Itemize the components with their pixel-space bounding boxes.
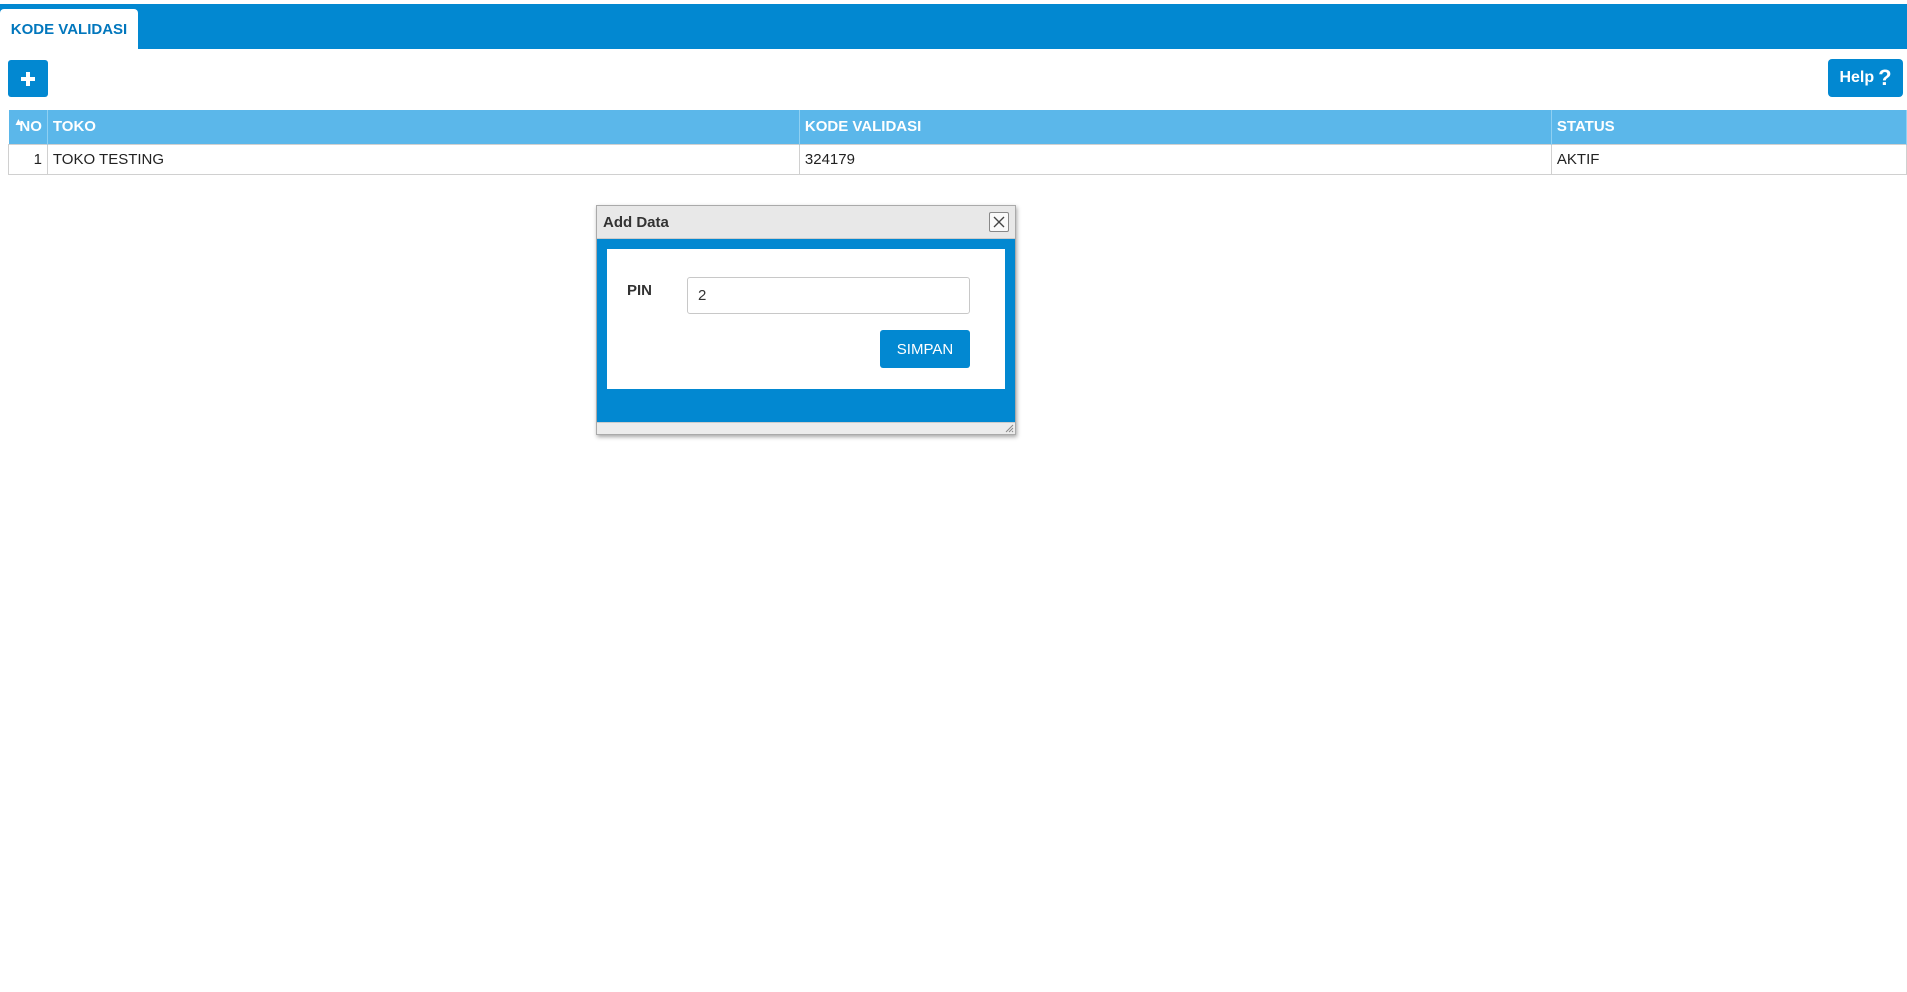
column-header-no[interactable]: ▲NO [8, 110, 48, 144]
add-button[interactable] [8, 60, 48, 97]
table-header-row: ▲NO TOKO KODE VALIDASI STATUS [8, 110, 1907, 144]
column-header-toko[interactable]: TOKO [47, 110, 800, 144]
table-row[interactable]: 1 TOKO TESTING 324179 AKTIF [8, 143, 1907, 175]
dialog-title-bar[interactable]: Add Data [597, 206, 1015, 239]
validation-code-table: ▲NO TOKO KODE VALIDASI STATUS 1 TOKO TES… [8, 110, 1907, 175]
column-header-status[interactable]: STATUS [1551, 110, 1907, 144]
pin-input[interactable] [687, 277, 970, 314]
resize-grip-icon[interactable] [1004, 423, 1014, 433]
plus-icon [21, 71, 35, 86]
tab-kode-validasi[interactable]: KODE VALIDASI [0, 9, 138, 49]
dialog-title: Add Data [603, 213, 669, 231]
dialog-form: PIN SIMPAN [607, 249, 1005, 389]
help-label: Help [1839, 69, 1875, 86]
add-data-dialog: Add Data PIN SIMPAN [596, 205, 1016, 435]
question-icon: ? [1878, 65, 1892, 90]
pin-label: PIN [627, 282, 653, 299]
sort-asc-icon: ▲ [13, 117, 24, 129]
cell-status: AKTIF [1550, 143, 1907, 175]
cell-no: 1 [8, 143, 48, 175]
dialog-close-button[interactable] [989, 212, 1009, 232]
column-header-kode-validasi[interactable]: KODE VALIDASI [799, 110, 1552, 144]
save-button[interactable]: SIMPAN [880, 330, 970, 368]
cell-toko: TOKO TESTING [46, 143, 800, 175]
dialog-footer [597, 422, 1015, 434]
help-button[interactable]: Help ? [1828, 59, 1903, 97]
top-tab-bar: KODE VALIDASI [0, 4, 1907, 49]
close-icon [993, 216, 1005, 228]
tab-label: KODE VALIDASI [10, 20, 128, 38]
cell-kode-validasi: 324179 [798, 143, 1552, 175]
